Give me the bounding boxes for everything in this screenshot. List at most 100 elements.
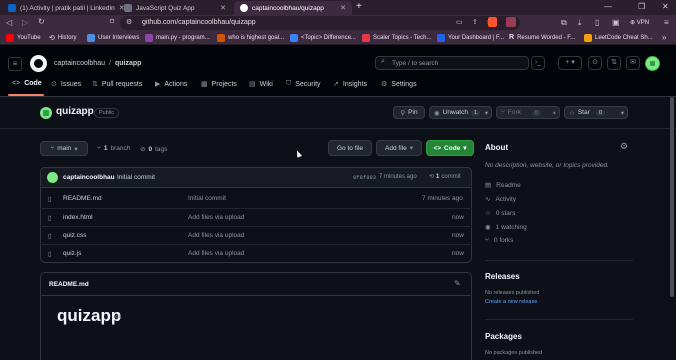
site-info-icon[interactable]: ⚙ xyxy=(126,18,132,26)
packages-title[interactable]: Packages xyxy=(485,332,522,341)
tab-pull-requests[interactable]: ⇅ Pull requests xyxy=(92,80,142,89)
bookmark-icon[interactable]: ⌑ xyxy=(110,17,114,26)
brave-shield-icon[interactable] xyxy=(488,17,497,27)
bookmark-dashboard[interactable]: Your Dashboard | F... xyxy=(437,34,504,42)
new-tab-button[interactable]: + xyxy=(356,1,362,12)
commit-history-link[interactable]: ⟲ 1 commit xyxy=(429,173,461,181)
back-icon[interactable]: ◁ xyxy=(6,18,12,27)
star-label: Star xyxy=(577,109,590,116)
code-button[interactable]: <> Code ▾ xyxy=(426,140,474,156)
star-button[interactable]: ☆ Star 0 ▾ xyxy=(564,106,628,119)
pin-button[interactable]: ⚲ Pin xyxy=(393,106,425,119)
pull-requests-icon[interactable]: ⇅ xyxy=(607,56,621,70)
watching-link[interactable]: ◉ 1 watching xyxy=(485,223,527,232)
bookmark-goal[interactable]: who is highest goal... xyxy=(217,34,284,42)
commit-author[interactable]: captaincoolbhau xyxy=(63,174,115,181)
close-icon[interactable]: ✕ xyxy=(340,4,346,12)
branches-link[interactable]: ⑂ 1 branch xyxy=(97,145,130,152)
go-to-file-button[interactable]: Go to file xyxy=(328,140,372,156)
bookmark-scaler[interactable]: Scaler Topics - Tech... xyxy=(362,34,431,42)
search-input[interactable]: ⌕ Type / to search xyxy=(375,56,529,70)
address-bar[interactable]: ⚙ github.com/captaincoolbhau/quizapp ▭ ⇪… xyxy=(120,16,520,30)
tab-settings[interactable]: ⚙ Settings xyxy=(381,80,417,89)
bookmark-user-interviews[interactable]: User Interviews xyxy=(87,34,139,42)
file-time: now xyxy=(452,250,464,257)
github-logo-icon[interactable] xyxy=(30,55,47,72)
bookmark-history[interactable]: ⟲ History xyxy=(49,34,77,42)
command-palette-icon[interactable]: ›_ xyxy=(531,56,545,70)
close-icon[interactable]: ✕ xyxy=(220,4,226,12)
tab-wiki[interactable]: ▤ Wiki xyxy=(249,80,273,89)
vpn-button[interactable]: ⊕ VPN xyxy=(630,19,649,26)
browser-tab-linkedin[interactable]: (1) Activity | pratik patil | LinkedIn ✕ xyxy=(2,1,125,15)
forks-link[interactable]: ⑂ 0 forks xyxy=(485,237,513,244)
forward-icon[interactable]: ▷ xyxy=(22,18,28,27)
inbox-icon[interactable]: ✉ xyxy=(626,56,640,70)
extensions-icon[interactable]: ⧉ xyxy=(561,18,567,28)
commit-message[interactable]: Initial commit xyxy=(117,174,155,181)
bookmark-leetcode[interactable]: LeetCode Cheat Sh... xyxy=(584,34,653,42)
commit-hash[interactable]: 9f8f893 xyxy=(353,174,376,181)
file-commit-message[interactable]: Add files via upload xyxy=(188,250,244,257)
add-file-button[interactable]: Add file ▾ xyxy=(376,140,422,156)
tab-code[interactable]: <> Code xyxy=(12,80,42,87)
download-icon[interactable]: ⤓ xyxy=(578,18,582,28)
more-bookmarks-icon[interactable]: » xyxy=(662,33,666,42)
tab-insights[interactable]: ↗ Insights xyxy=(333,80,367,89)
pencil-icon[interactable]: ✎ xyxy=(454,279,461,288)
fork-button[interactable]: ⑂ Fork 0 ▾ xyxy=(496,106,560,119)
repo-name[interactable]: quizapp xyxy=(56,106,94,117)
tags-link[interactable]: ⊘ 0 tags xyxy=(140,145,167,154)
window-close-icon[interactable]: ✕ xyxy=(662,2,669,11)
issues-icon[interactable]: ⊙ xyxy=(588,56,602,70)
tab-issues[interactable]: ⊙ Issues xyxy=(51,80,81,89)
file-name[interactable]: quiz.css xyxy=(63,232,86,239)
file-commit-message[interactable]: Add files via upload xyxy=(188,232,244,239)
bookmark-resume-worded[interactable]: R Resume Worded - F... xyxy=(509,34,575,41)
browser-tab-github[interactable]: captaincoolbhau/quizapp ✕ xyxy=(234,1,352,15)
repo-link[interactable]: quizapp xyxy=(115,60,141,67)
file-name[interactable]: index.html xyxy=(63,214,93,221)
url-text[interactable]: github.com/captaincoolbhau/quizapp xyxy=(142,19,256,26)
sidebar-icon[interactable]: ▯ xyxy=(595,18,599,27)
table-row[interactable]: ▯ quiz.css Add files via upload now xyxy=(40,226,472,244)
file-name[interactable]: quiz.js xyxy=(63,250,81,257)
avatar[interactable] xyxy=(645,56,660,71)
file-commit-message[interactable]: Add files via upload xyxy=(188,214,244,221)
bookmark-youtube[interactable]: YouTube xyxy=(6,34,41,42)
gear-icon[interactable]: ⚙ xyxy=(620,141,628,152)
rewards-icon[interactable] xyxy=(506,17,516,27)
stars-link[interactable]: ☆ 0 stars xyxy=(485,209,515,218)
branch-selector[interactable]: ⑂ main ▾ xyxy=(40,141,88,156)
owner-link[interactable]: captaincoolbhau xyxy=(54,60,105,67)
wallet-icon[interactable]: ▣ xyxy=(612,18,620,27)
reload-icon[interactable]: ↻ xyxy=(38,17,45,26)
file-commit-message[interactable]: Initial commit xyxy=(188,195,226,202)
book-icon: ▤ xyxy=(249,81,256,88)
unwatch-button[interactable]: ◉ Unwatch 1 ▾ xyxy=(429,106,492,119)
tab-actions[interactable]: ▶ Actions xyxy=(155,80,187,89)
browser-tab-quiz[interactable]: JavaScript Quiz App ✕ xyxy=(118,1,232,15)
minimize-icon[interactable]: — xyxy=(604,2,612,11)
activity-link[interactable]: ∿ Activity xyxy=(485,195,516,204)
maximize-icon[interactable]: ❐ xyxy=(638,2,645,11)
create-new-icon[interactable]: + ▾ xyxy=(558,56,582,70)
readme-link[interactable]: ▤ Readme xyxy=(485,181,521,190)
share-icon[interactable]: ⇪ xyxy=(472,18,478,26)
link-icon[interactable]: ∞ xyxy=(115,312,121,321)
hamburger-icon[interactable]: ≡ xyxy=(8,57,22,71)
bookmark-main-py[interactable]: main.py - program... xyxy=(145,34,210,42)
tab-projects[interactable]: ▦ Projects xyxy=(201,80,237,89)
bookmark-label: Scaler Topics - Tech... xyxy=(373,35,432,41)
create-release-link[interactable]: Create a new release xyxy=(485,299,537,305)
releases-title[interactable]: Releases xyxy=(485,272,520,281)
bookmark-topic[interactable]: <Topic> Difference... xyxy=(290,34,356,42)
table-row[interactable]: ▯ index.html Add files via upload now xyxy=(40,208,472,226)
file-name[interactable]: README.md xyxy=(63,195,102,202)
table-row[interactable]: ▯ quiz.js Add files via upload now xyxy=(40,244,472,262)
screenshot-icon[interactable]: ▭ xyxy=(456,18,463,26)
tab-security[interactable]: ⛉ Security xyxy=(286,80,321,88)
table-row[interactable]: ▯ README.md Initial commit 7 minutes ago xyxy=(40,190,472,208)
menu-icon[interactable]: ≡ xyxy=(664,18,669,27)
page-scrollbar[interactable] xyxy=(670,97,674,297)
